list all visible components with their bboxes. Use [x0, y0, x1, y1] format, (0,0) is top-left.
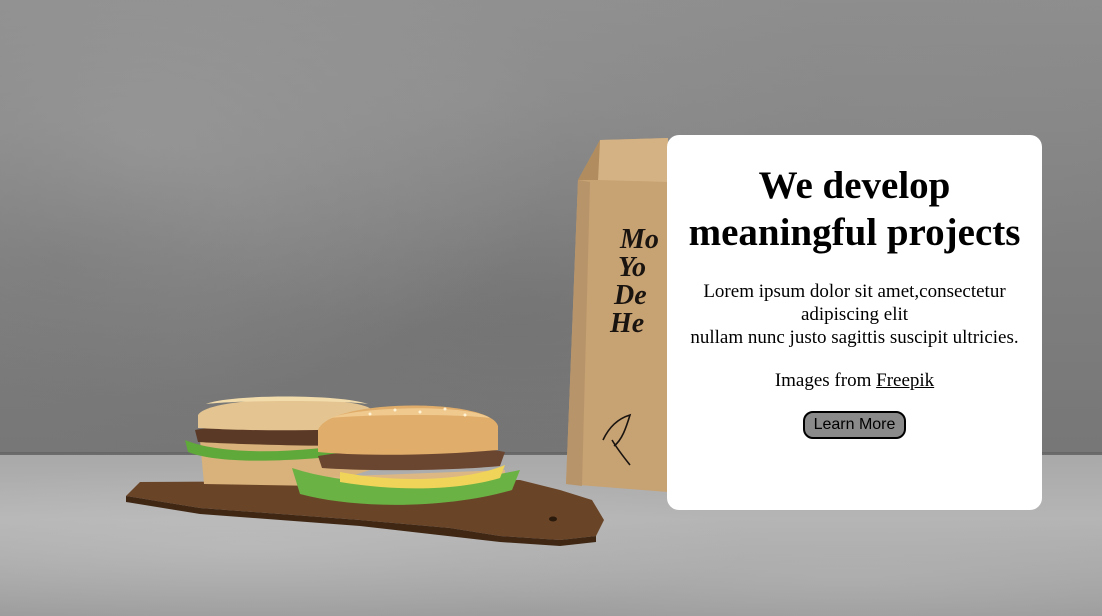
paper-bag-image: Mo Yo De He: [566, 138, 668, 492]
bag-print-3: De: [613, 280, 647, 311]
bag-print-4: He: [609, 308, 644, 339]
card-title: We develop meaningful projects: [688, 164, 1021, 254]
card-description-line-2: nullam nunc justo sagittis suscipit ultr…: [690, 327, 1019, 348]
learn-more-button[interactable]: Learn More: [802, 411, 907, 439]
bag-print-1: Mo: [619, 224, 659, 255]
freepik-link[interactable]: Freepik: [876, 370, 934, 391]
image-credit-prefix: Images from: [774, 370, 872, 391]
image-credit: Images from Freepik: [667, 369, 1042, 392]
bag-print-2: Yo: [618, 252, 646, 283]
card-description-line-1: Lorem ipsum dolor sit amet,consectetur a…: [703, 281, 1006, 325]
hero-card: We develop meaningful projects Lorem ips…: [667, 135, 1042, 510]
card-description: Lorem ipsum dolor sit amet,consectetur a…: [673, 280, 1036, 349]
